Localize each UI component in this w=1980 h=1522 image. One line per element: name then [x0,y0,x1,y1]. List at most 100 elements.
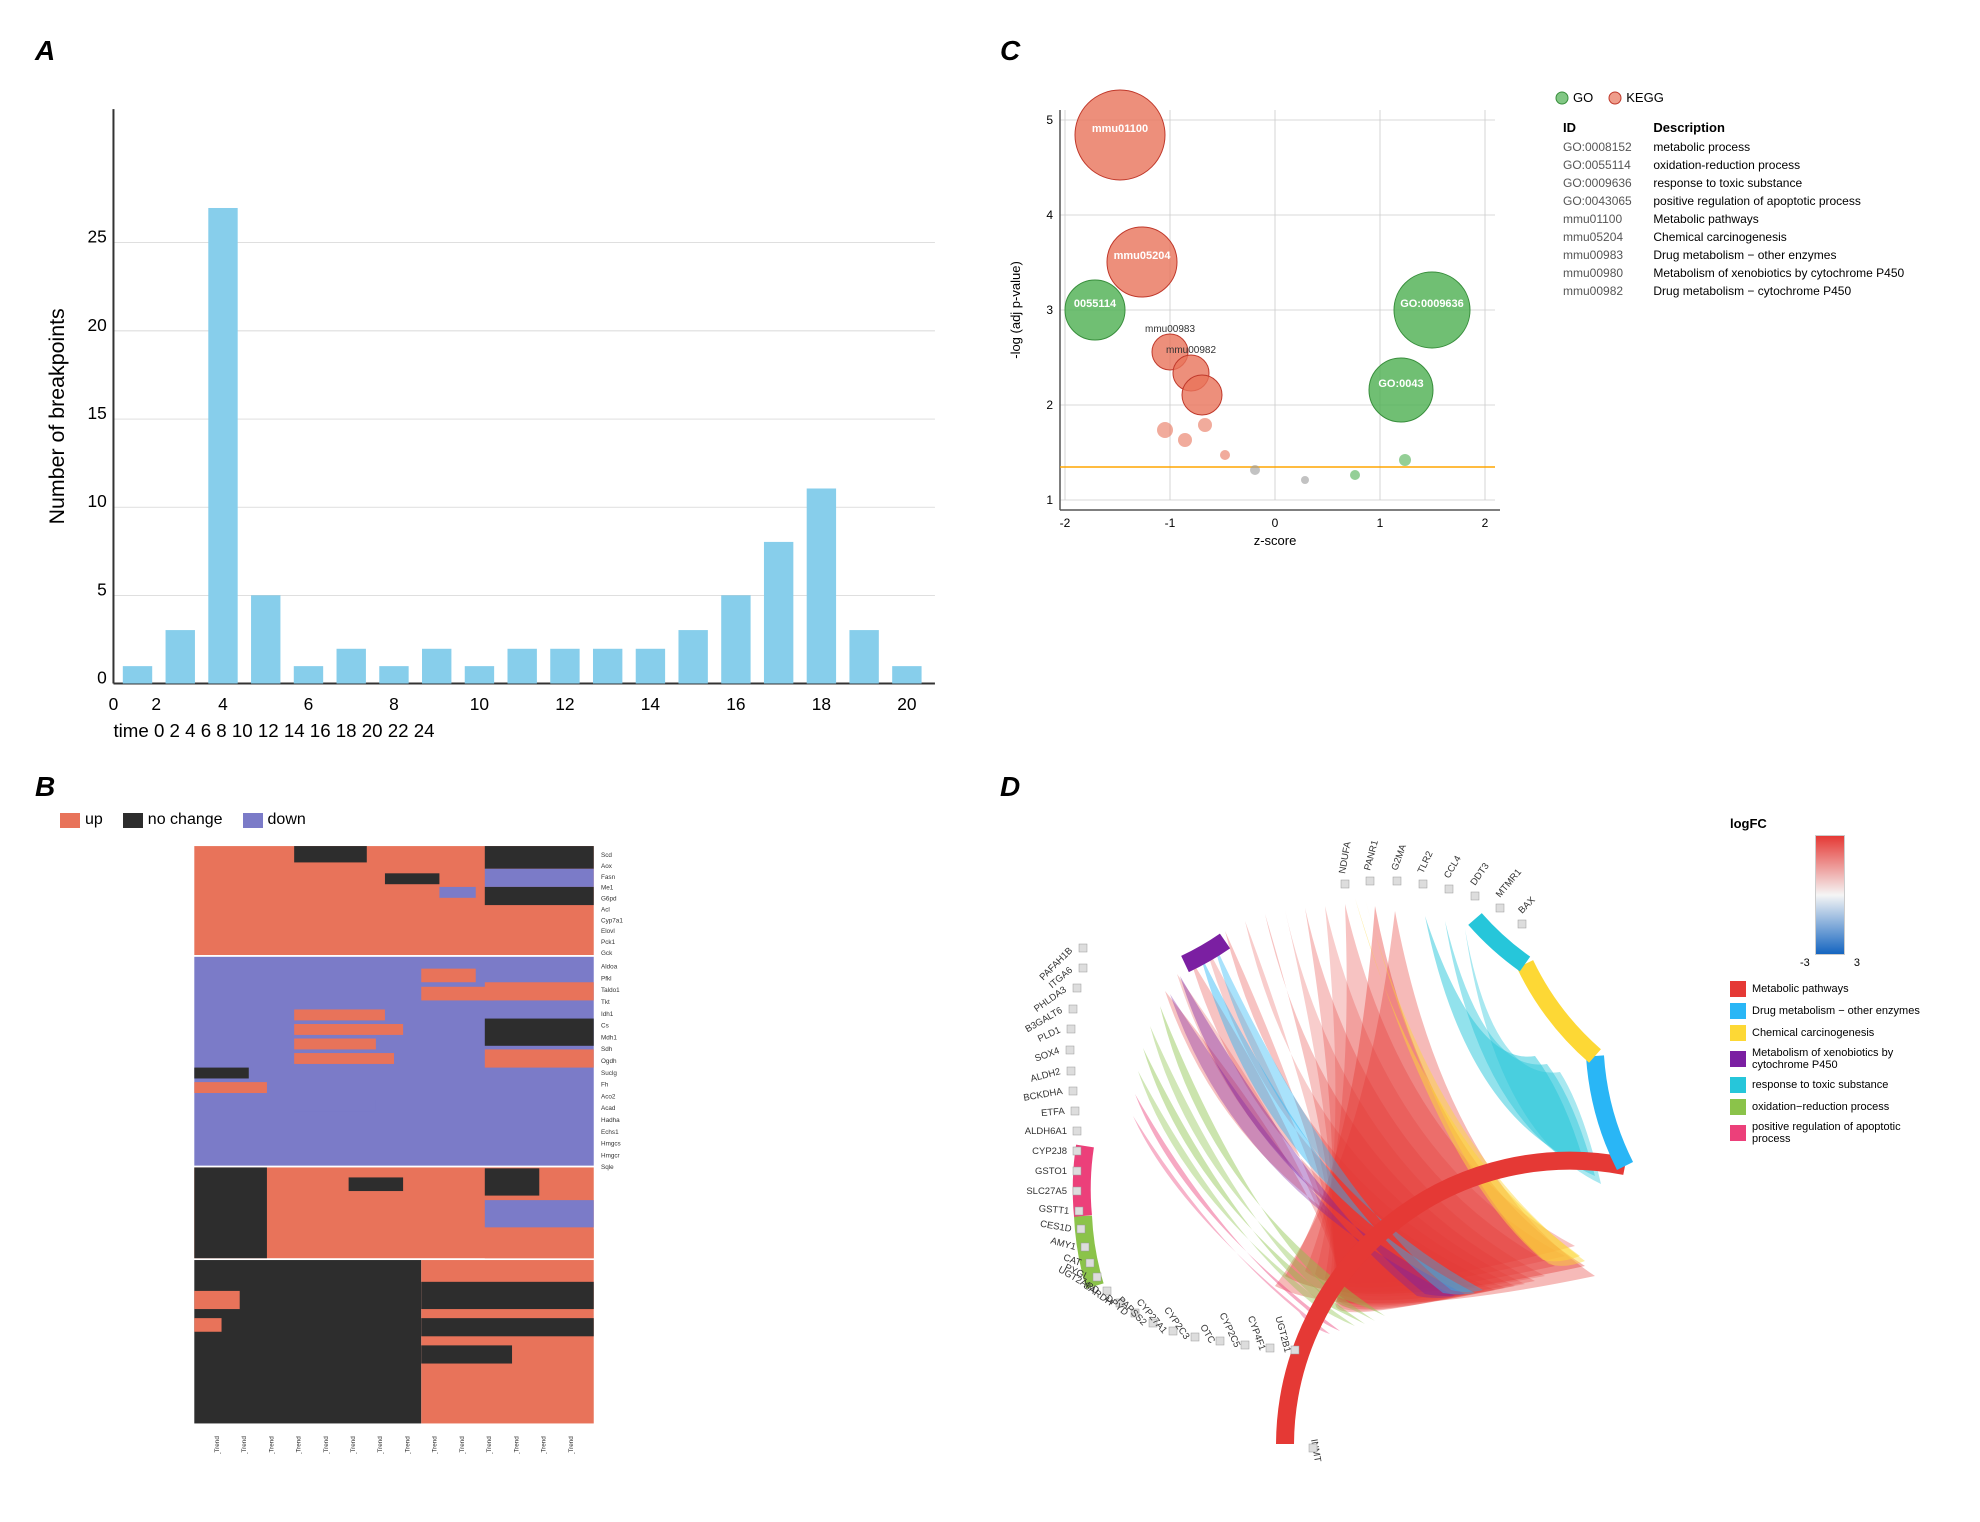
svg-text:Aco2: Aco2 [601,1093,616,1100]
svg-text:GSM1130337_Trend: GSM1130337_Trend [459,1436,466,1455]
bubble-mmu00980 [1182,375,1222,415]
bubble-go0043 [1369,358,1433,422]
table-row: GO:0009636 response to toxic substance [1555,174,1930,192]
svg-text:GSM1130345_Trend: GSM1130345_Trend [568,1436,575,1455]
panel-c-label: C [1000,35,1020,67]
table-row: mmu00980 Metabolism of xenobiotics by cy… [1555,264,1930,282]
svg-text:Pfkl: Pfkl [601,975,612,982]
svg-text:GSM1130338_Trend: GSM1130338_Trend [486,1436,493,1455]
svg-text:20: 20 [897,694,916,714]
svg-text:GSM1130327_Trend: GSM1130327_Trend [323,1436,330,1455]
legend-drug-other: Drug metabolism − other enzymes [1730,1003,1930,1019]
table-row: mmu00983 Drug metabolism − other enzymes [1555,246,1930,264]
svg-text:Aox: Aox [601,863,613,870]
svg-text:25: 25 [87,227,106,247]
svg-text:BAX: BAX [1516,894,1538,916]
panel-d-legend: logFC -3 3 Metabolic pathways Drug [1720,796,1940,1482]
go-label: GO [1573,90,1593,105]
bar-6 [379,666,408,683]
bar-18 [892,666,921,683]
svg-text:1: 1 [1377,516,1384,530]
svg-text:OTC: OTC [1197,1323,1217,1346]
svg-text:GO:0009636: GO:0009636 [1400,298,1464,310]
svg-text:6: 6 [304,694,314,714]
svg-text:4: 4 [218,694,228,714]
table-header-desc: Description [1645,117,1930,138]
table-row: mmu01100 Metabolic pathways [1555,210,1930,228]
svg-text:2: 2 [1046,398,1053,412]
legend-apoptotic: positive regulation of apoptotic process [1730,1121,1930,1145]
svg-text:Hmgcs: Hmgcs [601,1141,621,1148]
logfc-max: 3 [1854,957,1860,969]
logfc-title: logFC [1730,816,1930,831]
svg-text:CCL4: CCL4 [1442,854,1464,881]
svg-text:GO:0043: GO:0043 [1378,378,1423,390]
bubble-mmu05204 [1107,227,1177,297]
svg-text:UGT2B1: UGT2B1 [1273,1315,1293,1354]
svg-text:2: 2 [151,694,161,714]
svg-text:SOX4: SOX4 [1033,1045,1061,1064]
svg-text:Suclg: Suclg [601,1070,617,1077]
svg-text:Hadha: Hadha [601,1117,620,1124]
panel-a: A Number of breakpoints 0 5 10 15 20 25 [30,30,985,756]
svg-text:4: 4 [1046,208,1053,222]
svg-text:GSM1130328_Trend: GSM1130328_Trend [350,1436,357,1455]
svg-text:TLR2: TLR2 [1416,850,1436,876]
panel-d: D [995,766,1950,1492]
panel-c: C 1 2 3 [995,30,1950,756]
svg-text:GSM1130330_Trend: GSM1130330_Trend [404,1436,411,1455]
svg-text:20: 20 [87,315,106,335]
svg-text:Echs1: Echs1 [601,1129,619,1136]
svg-text:ALDH2: ALDH2 [1029,1066,1061,1085]
svg-text:0055114: 0055114 [1074,298,1117,310]
svg-text:Scd: Scd [601,852,612,859]
table-row: GO:0055114 oxidation-reduction process [1555,156,1930,174]
bar-7 [422,649,451,684]
figure-container: A Number of breakpoints 0 5 10 15 20 25 [0,0,1980,1522]
svg-text:Acad: Acad [601,1105,616,1112]
svg-text:0: 0 [1272,516,1279,530]
category-legend: Metabolic pathways Drug metabolism − oth… [1730,981,1930,1145]
svg-text:-1: -1 [1165,516,1176,530]
kegg-legend: KEGG [1608,90,1664,105]
svg-text:5: 5 [1046,113,1053,127]
svg-text:Sqle: Sqle [601,1164,614,1171]
bar-17 [849,630,878,683]
bar-4 [294,666,323,683]
svg-text:NDUFA: NDUFA [1337,840,1354,874]
svg-text:2: 2 [1482,516,1489,530]
svg-text:Cs: Cs [601,1023,609,1030]
svg-text:GSM1130322_Trend: GSM1130322_Trend [241,1436,248,1455]
svg-text:12: 12 [555,694,574,714]
arc-drug-other [1595,1056,1625,1166]
legend-xenobiotics: Metabolism of xenobiotics by cytochrome … [1730,1047,1930,1071]
bar-9 [508,649,537,684]
svg-text:Aldoa: Aldoa [601,964,618,971]
heatmap-nochange-block [194,1260,421,1423]
svg-text:ALDH6A1: ALDH6A1 [1025,1126,1067,1137]
svg-text:CYP2J8: CYP2J8 [1032,1146,1067,1157]
panel-c-legend: GO KEGG ID Description [1545,80,1940,746]
arc-toxic [1475,919,1525,964]
svg-text:AMY1: AMY1 [1049,1236,1077,1253]
svg-text:Fh: Fh [601,1082,609,1089]
svg-text:G6pd: G6pd [601,896,617,903]
bar-chart-svg: Number of breakpoints 0 5 10 15 20 25 [40,60,975,746]
logfc-legend: logFC -3 3 [1730,816,1930,969]
svg-text:-2: -2 [1060,516,1071,530]
table-row: mmu05204 Chemical carcinogenesis [1555,228,1930,246]
svg-text:mmu01100: mmu01100 [1092,123,1148,135]
svg-text:G2MA: G2MA [1389,842,1409,872]
y-axis-label: Number of breakpoints [45,308,69,524]
bar-2 [208,208,237,684]
svg-text:GSM1130323_Trend: GSM1130323_Trend [268,1436,275,1455]
legend-metabolic: Metabolic pathways [1730,981,1930,997]
legend-down-label: down [268,811,306,829]
heatmap-svg: Scd Aox Fasn Me1 G6pd Acl Cyp7a1 Elovl P… [40,837,975,1454]
legend-down: down [243,811,306,829]
svg-text:16: 16 [726,694,745,714]
bar-5 [337,649,366,684]
svg-text:Me1: Me1 [601,885,614,892]
svg-text:Tkt: Tkt [601,999,610,1006]
legend-nochange-label: no change [148,811,223,829]
